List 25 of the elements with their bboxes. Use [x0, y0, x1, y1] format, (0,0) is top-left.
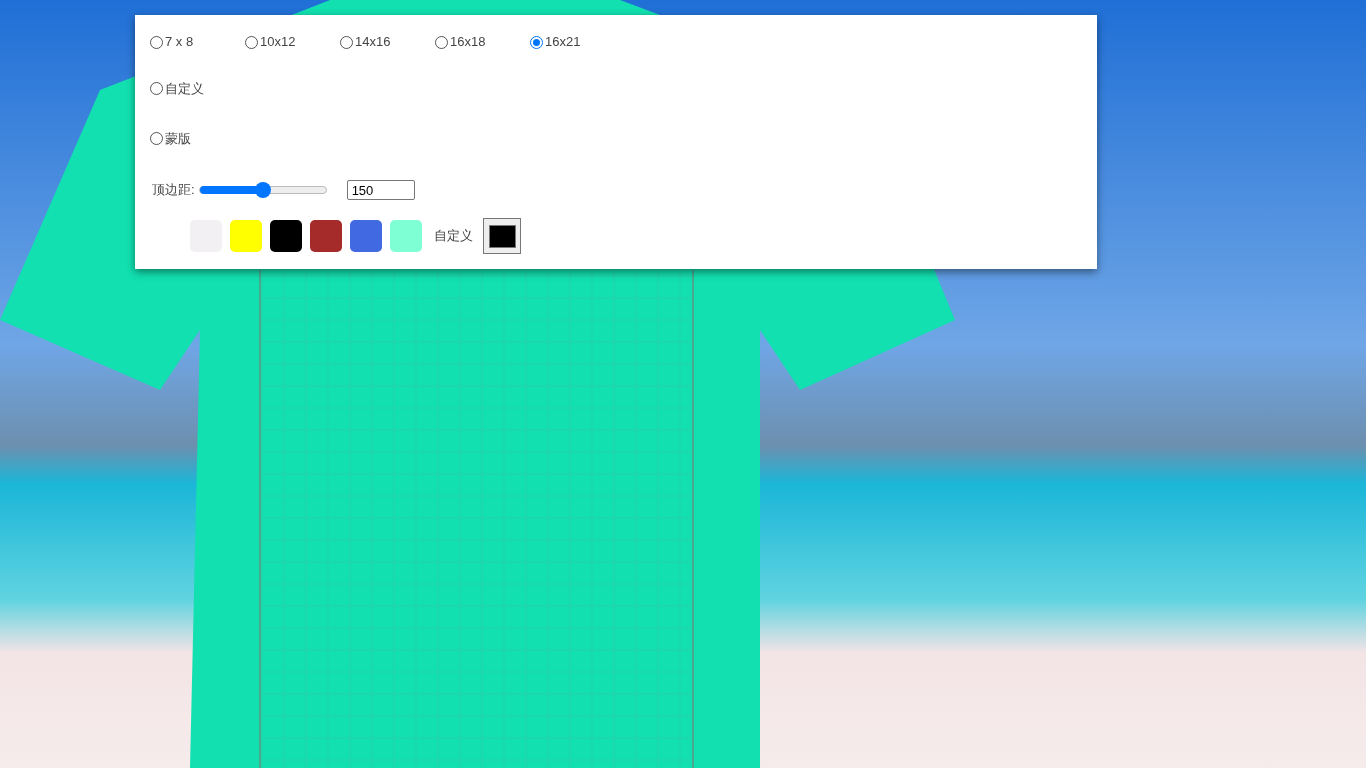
radio-label: 蒙版	[165, 129, 191, 148]
color-swatch[interactable]	[310, 220, 342, 252]
radio-label: 16x18	[450, 33, 486, 52]
radio-button[interactable]	[435, 35, 448, 49]
radio-label: 10x12	[260, 33, 296, 52]
radio-label: 16x21	[545, 33, 581, 52]
radio-label: 自定义	[165, 80, 204, 98]
radio-button[interactable]	[150, 82, 163, 96]
top-margin-slider[interactable]	[198, 182, 327, 198]
slider-thumb[interactable]	[254, 182, 271, 198]
color-swatch[interactable]	[350, 220, 382, 252]
radio-label: 7 x 8	[165, 33, 194, 52]
top-margin-label: 顶边距:	[152, 181, 195, 200]
radio-button[interactable]	[150, 131, 163, 145]
radio-button[interactable]	[340, 35, 353, 49]
color-swatch[interactable]	[270, 220, 302, 252]
color-swatch[interactable]	[230, 220, 262, 252]
color-swatch[interactable]	[390, 220, 422, 252]
color-picker[interactable]	[483, 218, 521, 254]
radio-button[interactable]	[245, 35, 258, 49]
custom-color-label: 自定义	[434, 227, 473, 246]
radio-button[interactable]	[530, 35, 543, 49]
top-margin-input[interactable]: 150	[346, 180, 415, 200]
radio-label: 14x16	[355, 33, 391, 52]
radio-button[interactable]	[150, 35, 163, 49]
